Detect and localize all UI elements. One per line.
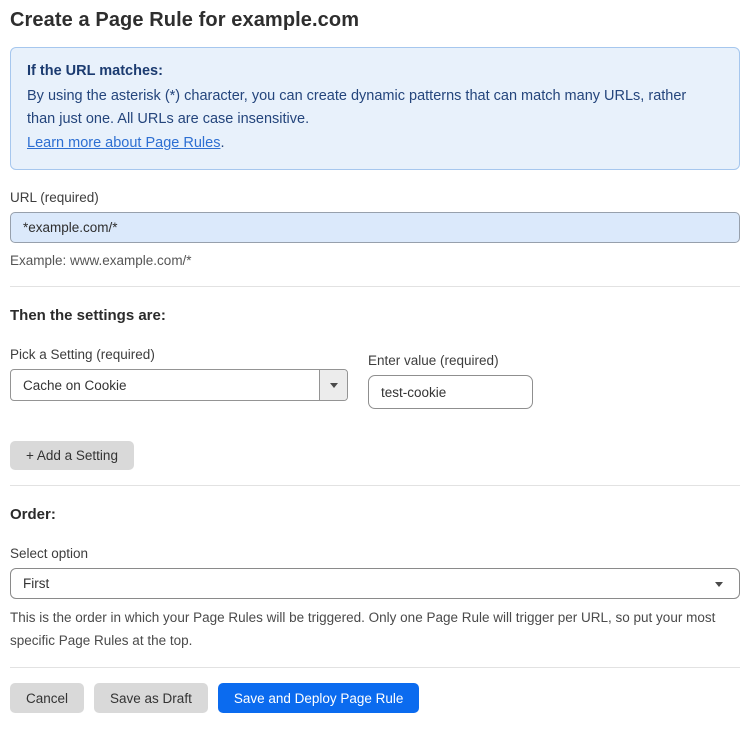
page-title: Create a Page Rule for example.com [10, 9, 360, 31]
setting-picker-label: Pick a Setting (required) [10, 347, 155, 362]
caret-down-icon [715, 581, 723, 587]
settings-row: Pick a Setting (required) Cache on Cooki… [10, 347, 740, 409]
learn-more-link[interactable]: Learn more about Page Rules [27, 135, 220, 151]
setting-dropdown[interactable]: Cache on Cookie [10, 369, 348, 401]
url-section: URL (required) Example: www.example.com/… [10, 190, 740, 271]
create-page-rule-form: Create a Page Rule for example.com If th… [0, 0, 750, 731]
url-helper-text: Example: www.example.com/* [10, 253, 192, 268]
banner-link-line: Learn more about Page Rules. [27, 132, 723, 155]
form-actions: Cancel Save as Draft Save and Deploy Pag… [10, 683, 740, 713]
order-select-value: First [23, 576, 50, 591]
caret-down-icon [329, 382, 338, 388]
order-helper-text: This is the order in which your Page Rul… [10, 610, 716, 648]
order-select-label: Select option [10, 546, 89, 561]
banner-body-text: By using the asterisk (*) character, you… [27, 88, 687, 127]
setting-dropdown-arrow-button[interactable] [319, 370, 347, 400]
banner-heading: If the URL matches: [27, 63, 163, 79]
url-field-label: URL (required) [10, 190, 99, 205]
save-as-draft-button[interactable]: Save as Draft [94, 683, 208, 713]
banner-link-period: . [220, 135, 225, 151]
save-and-deploy-button[interactable]: Save and Deploy Page Rule [217, 683, 420, 713]
add-setting-button[interactable]: + Add a Setting [10, 441, 134, 470]
cancel-button[interactable]: Cancel [10, 683, 85, 713]
setting-value-column: Enter value (required) [368, 353, 533, 409]
divider [10, 286, 740, 287]
settings-section-heading: Then the settings are: [10, 307, 166, 324]
setting-picker-column: Pick a Setting (required) Cache on Cooki… [10, 347, 348, 401]
url-match-info-banner: If the URL matches: By using the asteris… [10, 47, 740, 170]
url-input[interactable] [10, 212, 740, 243]
divider [10, 667, 740, 668]
divider [10, 485, 740, 486]
order-section-heading: Order: [10, 506, 56, 523]
setting-value-input[interactable] [368, 375, 533, 409]
setting-dropdown-value: Cache on Cookie [23, 377, 127, 393]
setting-value-label: Enter value (required) [368, 353, 499, 368]
order-select[interactable]: First [10, 568, 740, 599]
